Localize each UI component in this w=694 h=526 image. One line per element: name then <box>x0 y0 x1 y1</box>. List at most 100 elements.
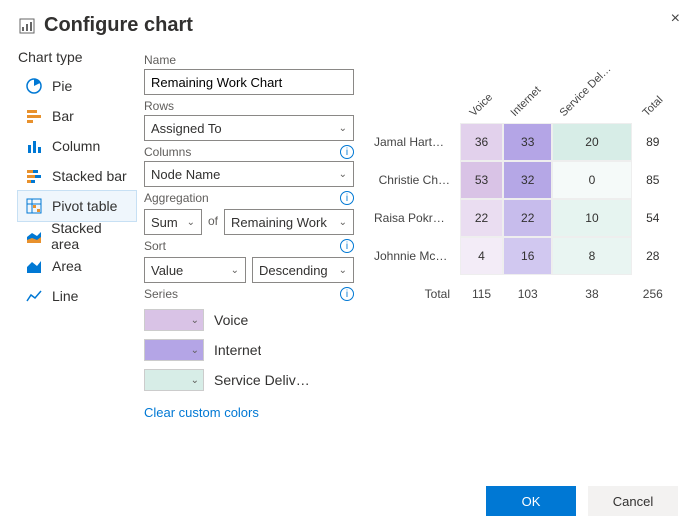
chart-type-heading: Chart type <box>18 49 136 65</box>
name-label: Name <box>144 53 354 67</box>
chevron-down-icon: ⌄ <box>339 123 347 134</box>
chart-type-line[interactable]: Line <box>18 281 136 311</box>
chart-preview: Voice Internet Service Del… Total Jamal … <box>374 49 674 420</box>
info-icon[interactable]: i <box>340 191 354 205</box>
pivot-cell: 20 <box>552 123 631 161</box>
close-button[interactable]: × <box>667 6 684 32</box>
chevron-down-icon: ⌄ <box>339 169 347 180</box>
col-header: Internet <box>509 84 544 119</box>
pivot-cell: 53 <box>460 161 503 199</box>
stacked-area-icon <box>24 226 43 246</box>
chevron-down-icon: ⌄ <box>339 265 347 276</box>
chart-type-stacked-area[interactable]: Stacked area <box>18 221 136 251</box>
dialog-header: Configure chart <box>0 0 694 43</box>
aggregation-of-text: of <box>208 214 218 228</box>
pivot-total-cell: 38 <box>552 275 631 313</box>
series-color-swatch[interactable]: ⌄ <box>144 369 204 391</box>
col-header: Total <box>641 94 666 119</box>
sort-by-value: Value <box>151 263 183 278</box>
chart-type-area[interactable]: Area <box>18 251 136 281</box>
series-item: ⌄ Service Deliv… <box>144 369 354 391</box>
column-icon <box>24 136 44 156</box>
pivot-total-cell: 256 <box>632 275 674 313</box>
pivot-cell: 85 <box>632 161 674 199</box>
chart-type-label: Pivot table <box>52 198 117 214</box>
aggregation-label: Aggregation <box>144 191 209 205</box>
pivot-total-cell: 103 <box>503 275 552 313</box>
sort-by-select[interactable]: Value ⌄ <box>144 257 246 283</box>
clear-colors-link[interactable]: Clear custom colors <box>144 405 354 420</box>
ok-button[interactable]: OK <box>486 486 576 516</box>
col-header: Voice <box>468 91 496 119</box>
table-row: Jamal Hartn…36332089 <box>374 123 674 161</box>
pivot-cell: 22 <box>503 199 552 237</box>
aggregation-fn-value: Sum <box>151 215 178 230</box>
chevron-down-icon: ⌄ <box>191 345 199 356</box>
pivot-cell: 16 <box>503 237 552 275</box>
chart-type-label: Line <box>52 288 78 304</box>
pivot-table: Voice Internet Service Del… Total Jamal … <box>374 73 674 313</box>
name-input[interactable] <box>144 69 354 95</box>
pivot-cell: 36 <box>460 123 503 161</box>
series-item-label: Service Deliv… <box>214 372 310 388</box>
info-icon[interactable]: i <box>340 145 354 159</box>
chart-type-label: Stacked bar <box>52 168 127 184</box>
config-form: Name Rows Assigned To ⌄ Columns i Node N… <box>144 49 354 420</box>
pivot-cell: 33 <box>503 123 552 161</box>
chart-type-stacked-bar[interactable]: Stacked bar <box>18 161 136 191</box>
info-icon[interactable]: i <box>340 239 354 253</box>
pie-icon <box>24 76 44 96</box>
pivot-cell: 10 <box>552 199 631 237</box>
columns-select[interactable]: Node Name ⌄ <box>144 161 354 187</box>
series-item: ⌄ Voice <box>144 309 354 331</box>
pivot-cell: 28 <box>632 237 674 275</box>
aggregation-field-value: Remaining Work <box>231 215 327 230</box>
rows-select[interactable]: Assigned To ⌄ <box>144 115 354 141</box>
pivot-cell: 0 <box>552 161 631 199</box>
dialog-title: Configure chart <box>44 14 193 37</box>
table-row: Christie Ch…5332085 <box>374 161 674 199</box>
pivot-total-cell: 115 <box>460 275 503 313</box>
chevron-down-icon: ⌄ <box>231 265 239 276</box>
bar-icon <box>24 106 44 126</box>
row-label: Raisa Pokro… <box>374 199 460 237</box>
total-row-label: Total <box>374 275 460 313</box>
table-row: Johnnie McL…416828 <box>374 237 674 275</box>
row-label: Christie Ch… <box>374 161 460 199</box>
series-item: ⌄ Internet <box>144 339 354 361</box>
rows-select-value: Assigned To <box>151 121 222 136</box>
chart-type-sidebar: Chart type Pie Bar Column Stacked bar Pi… <box>18 49 136 420</box>
area-icon <box>24 256 44 276</box>
pivot-cell: 8 <box>552 237 631 275</box>
aggregation-field-select[interactable]: Remaining Work ⌄ <box>224 209 354 235</box>
chart-type-label: Column <box>52 138 100 154</box>
series-color-swatch[interactable]: ⌄ <box>144 309 204 331</box>
chart-type-label: Pie <box>52 78 72 94</box>
sort-dir-value: Descending <box>259 263 328 278</box>
dialog-footer: OK Cancel <box>486 486 678 516</box>
row-label: Johnnie McL… <box>374 237 460 275</box>
table-row: Raisa Pokro…22221054 <box>374 199 674 237</box>
chart-type-label: Stacked area <box>51 220 130 252</box>
chart-type-pivot-table[interactable]: Pivot table <box>18 191 136 221</box>
cancel-button[interactable]: Cancel <box>588 486 678 516</box>
columns-select-value: Node Name <box>151 167 220 182</box>
pivot-table-icon <box>24 196 44 216</box>
sort-dir-select[interactable]: Descending ⌄ <box>252 257 354 283</box>
chart-type-pie[interactable]: Pie <box>18 71 136 101</box>
chart-type-label: Area <box>52 258 82 274</box>
rows-label: Rows <box>144 99 354 113</box>
aggregation-fn-select[interactable]: Sum ⌄ <box>144 209 202 235</box>
chevron-down-icon: ⌄ <box>187 217 195 228</box>
info-icon[interactable]: i <box>340 287 354 301</box>
chevron-down-icon: ⌄ <box>191 315 199 326</box>
chart-type-column[interactable]: Column <box>18 131 136 161</box>
chevron-down-icon: ⌄ <box>339 217 347 228</box>
chart-type-bar[interactable]: Bar <box>18 101 136 131</box>
series-color-swatch[interactable]: ⌄ <box>144 339 204 361</box>
sort-label: Sort <box>144 239 166 253</box>
col-header: Service Del… <box>558 63 614 119</box>
chart-config-icon <box>18 17 36 35</box>
pivot-cell: 89 <box>632 123 674 161</box>
pivot-cell: 54 <box>632 199 674 237</box>
